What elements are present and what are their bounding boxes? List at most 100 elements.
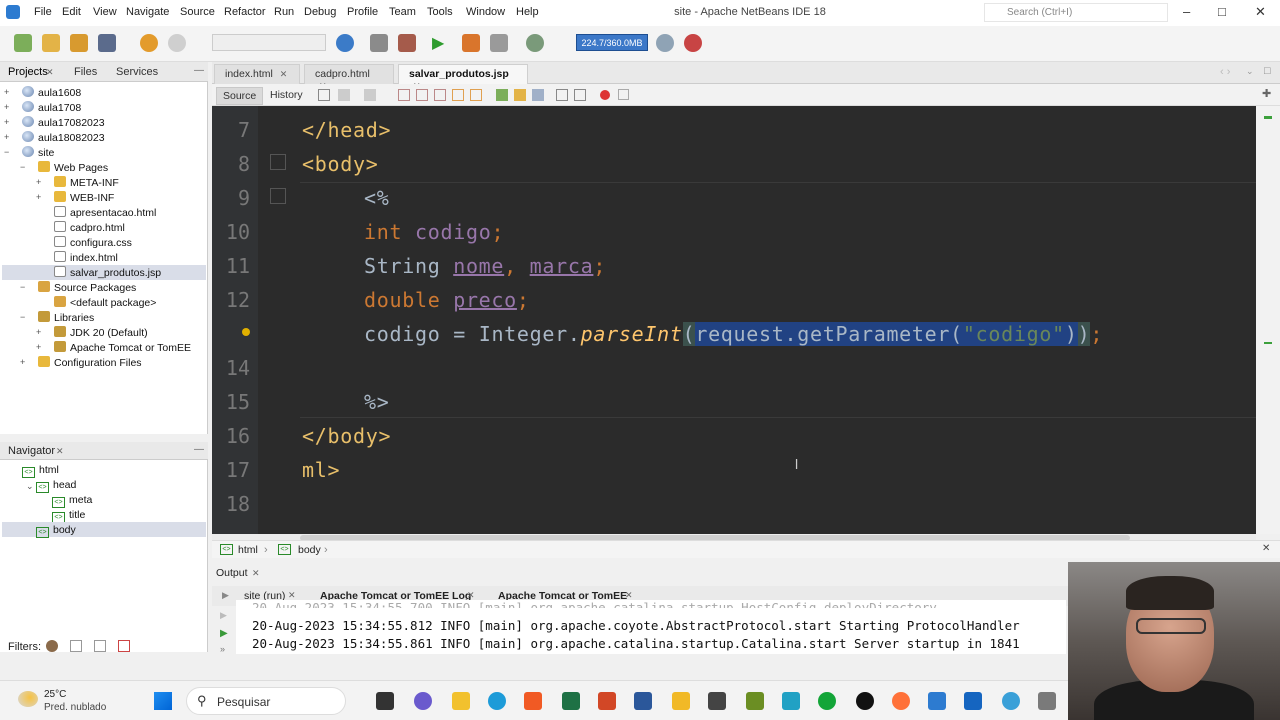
debug-icon[interactable] (462, 34, 480, 52)
chat-icon[interactable] (414, 692, 432, 710)
menu-debug[interactable]: Debug (304, 6, 336, 18)
close-icon[interactable]: ✕ (1262, 543, 1270, 554)
open-project-icon[interactable] (70, 34, 88, 52)
find-next-icon[interactable] (434, 89, 446, 101)
output-console[interactable]: 20-Aug-2023 15:34:55.700 INFO [main] org… (236, 600, 1066, 654)
tree-item[interactable]: apresentacao.html (54, 206, 156, 221)
save-all-icon[interactable] (98, 34, 116, 52)
close-icon[interactable]: ✕ (46, 67, 54, 78)
close-window-button[interactable]: ✕ (1255, 4, 1266, 20)
tree-item[interactable]: aula18082023 (22, 131, 105, 146)
tree-item[interactable]: JDK 20 (Default) (54, 326, 148, 341)
tree-item[interactable]: <default package> (54, 296, 156, 311)
navigator-title[interactable]: Navigator (8, 445, 55, 457)
next-bookmark-icon[interactable] (514, 89, 526, 101)
nav-node-head[interactable]: <> head (36, 479, 76, 494)
menu-help[interactable]: Help (516, 6, 539, 18)
tree-item[interactable]: aula1708 (22, 101, 81, 116)
new-file-icon[interactable] (14, 34, 32, 52)
app-icon[interactable] (672, 692, 690, 710)
tree-item[interactable]: Libraries (38, 311, 94, 326)
new-project-icon[interactable] (42, 34, 60, 52)
menu-refactor[interactable]: Refactor (224, 6, 266, 18)
expand-toggle-icon[interactable]: + (36, 342, 41, 352)
stop-macro-icon[interactable] (618, 89, 629, 100)
minimize-button[interactable]: – (1183, 4, 1190, 19)
filter-icon[interactable] (46, 640, 58, 652)
windows-start-icon[interactable] (154, 692, 172, 710)
filter-icon[interactable] (118, 640, 130, 652)
tree-item[interactable]: Web Pages (38, 161, 108, 176)
tree-item[interactable]: index.html (54, 251, 118, 266)
expand-toggle-icon[interactable]: − (20, 162, 25, 172)
taskbar-search[interactable]: ⚲ Pesquisar (186, 687, 346, 715)
find-icon[interactable] (398, 89, 410, 101)
expand-toggle-icon[interactable]: + (36, 177, 41, 187)
tab-files[interactable]: Files (74, 66, 97, 78)
collapse-toggle[interactable]: ⌄ (26, 481, 34, 492)
maximize-button[interactable]: □ (1218, 4, 1226, 19)
rerun-icon[interactable]: ▶ (220, 610, 227, 621)
expand-toggle-icon[interactable]: − (20, 282, 25, 292)
memory-indicator[interactable]: 224.7/360.0MB (576, 34, 648, 51)
tree-item[interactable]: Apache Tomcat or TomEE (54, 341, 191, 356)
expand-toggle-icon[interactable]: + (4, 117, 9, 127)
expand-toggle-icon[interactable]: + (36, 327, 41, 337)
menu-tools[interactable]: Tools (427, 6, 453, 18)
config-select[interactable] (212, 34, 326, 51)
expand-toggle-icon[interactable]: − (20, 312, 25, 322)
rerun-icon[interactable]: ▶ (222, 590, 229, 601)
fold-toggle-icon[interactable] (270, 154, 286, 170)
nav-node-meta[interactable]: <> meta (52, 494, 92, 509)
nav-node-body[interactable]: <> body (36, 524, 76, 539)
tab-index-html[interactable]: index.html ✕ (214, 64, 300, 84)
nav-node-html[interactable]: <> html (22, 464, 59, 479)
task-view-icon[interactable] (376, 692, 394, 710)
minimize-panel-icon[interactable]: — (194, 444, 204, 455)
edge-icon[interactable] (488, 692, 506, 710)
menu-team[interactable]: Team (389, 6, 416, 18)
tab-scroll-left-icon[interactable]: ‹ › (1220, 66, 1230, 78)
menu-view[interactable]: View (93, 6, 117, 18)
powerpoint-icon[interactable] (598, 692, 616, 710)
run-icon[interactable]: ▶ (220, 628, 228, 639)
tab-salvar-produtos-jsp[interactable]: salvar_produtos.jsp ✕ (398, 64, 528, 91)
shift-left-icon[interactable] (556, 89, 568, 101)
menu-window[interactable]: Window (466, 6, 505, 18)
weather-desc[interactable]: Pred. nublado (44, 702, 106, 713)
toggle-bookmark-icon[interactable] (470, 89, 482, 101)
word-icon[interactable] (634, 692, 652, 710)
tab-services[interactable]: Services (116, 66, 158, 78)
tab-list-icon[interactable]: ⌄ (1246, 66, 1254, 77)
app-icon[interactable] (818, 692, 836, 710)
stop-gc-icon[interactable] (684, 34, 702, 52)
filter-icon[interactable] (94, 640, 106, 652)
close-icon[interactable]: ✕ (56, 446, 64, 457)
expand-toggle-icon[interactable]: + (4, 87, 9, 97)
tree-item[interactable]: Configuration Files (38, 356, 142, 371)
shift-right-icon[interactable] (574, 89, 586, 101)
tab-cadpro-html[interactable]: cadpro.html ✕ (304, 64, 394, 91)
app-icon[interactable] (746, 692, 764, 710)
redo-icon[interactable] (168, 34, 186, 52)
minimize-panel-icon[interactable]: — (194, 65, 204, 76)
excel-icon[interactable] (562, 692, 580, 710)
tree-item[interactable]: META-INF (54, 176, 119, 191)
close-icon[interactable]: ✕ (252, 568, 260, 579)
split-editor-icon[interactable]: ✚ (1262, 87, 1271, 100)
menu-edit[interactable]: Edit (62, 6, 81, 18)
maximize-editor-icon[interactable]: □ (1264, 65, 1271, 77)
forward-icon[interactable] (364, 89, 376, 101)
tree-item[interactable]: cadpro.html (54, 221, 125, 236)
build-icon[interactable] (370, 34, 388, 52)
menu-navigate[interactable]: Navigate (126, 6, 169, 18)
editor-error-stripe[interactable] (1256, 106, 1280, 534)
run-icon[interactable]: ▶ (432, 33, 444, 53)
expand-toggle-icon[interactable]: + (4, 102, 9, 112)
find-prev-icon[interactable] (416, 89, 428, 101)
breadcrumb-html[interactable]: html (238, 544, 258, 556)
expand-toggle-icon[interactable]: − (4, 147, 9, 157)
history-button[interactable]: History (264, 87, 309, 103)
weather-icon[interactable] (18, 691, 38, 707)
fold-toggle-icon[interactable] (270, 188, 286, 204)
